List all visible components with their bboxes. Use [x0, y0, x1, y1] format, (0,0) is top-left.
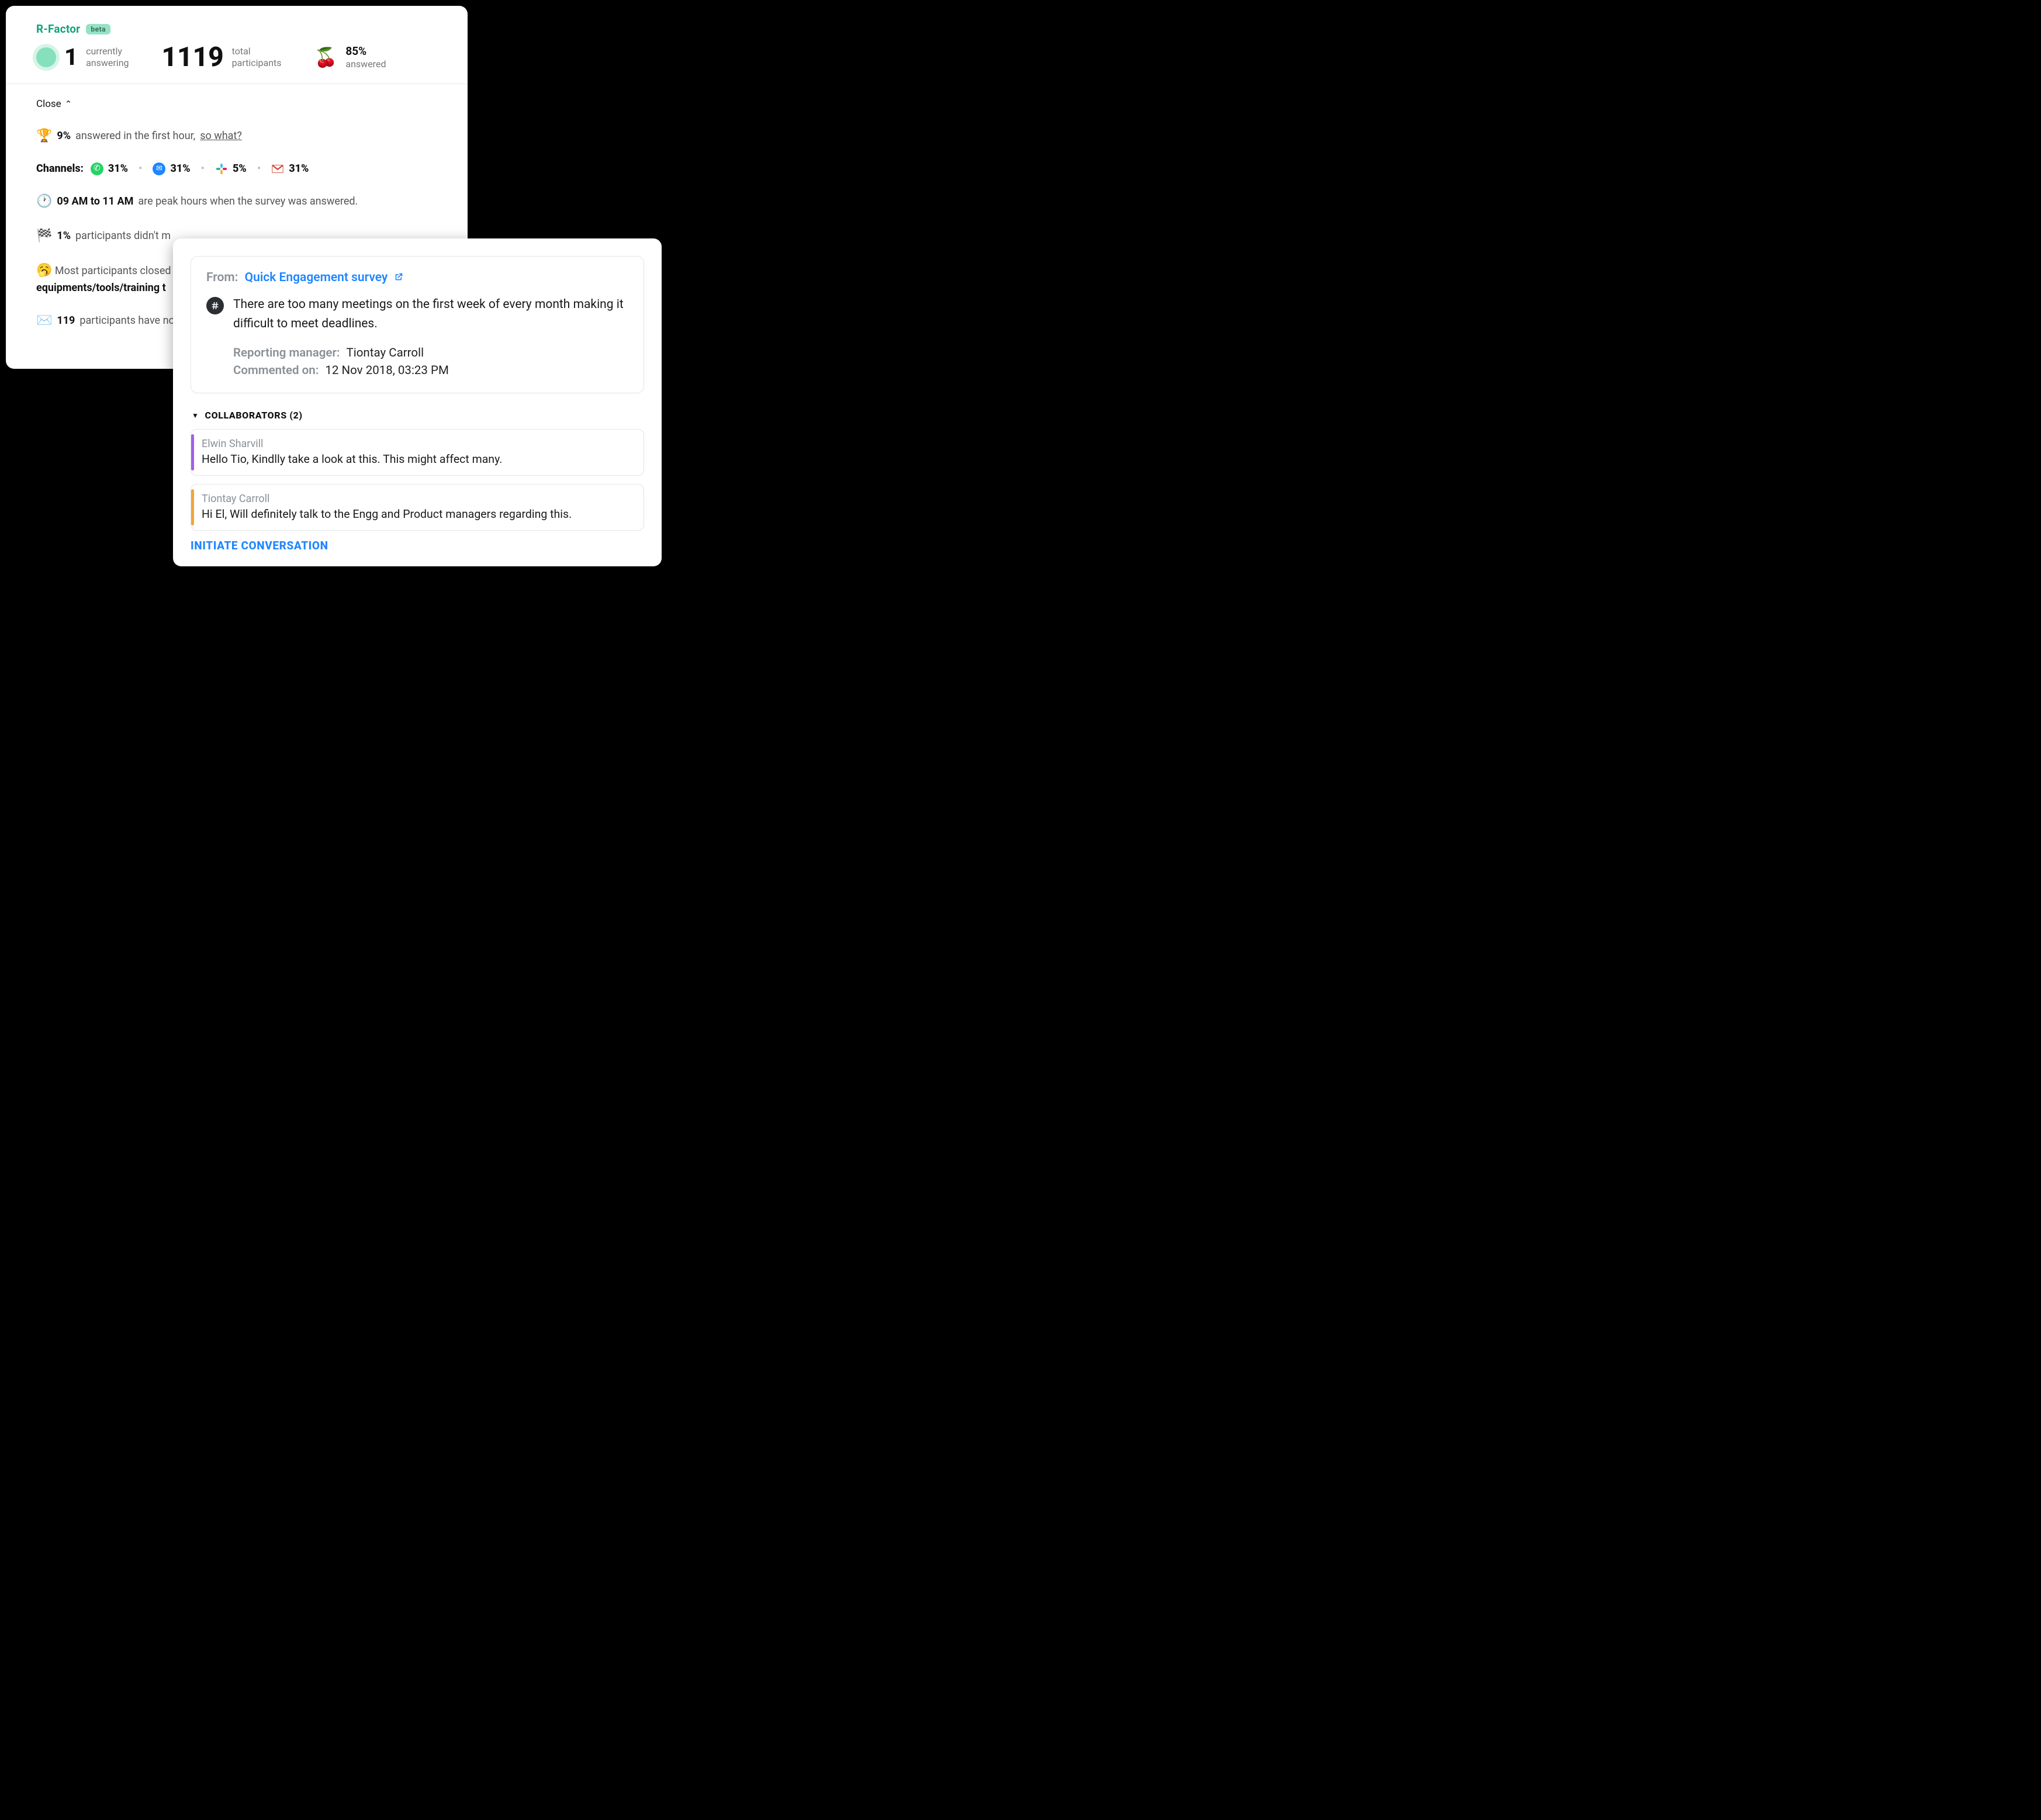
insight-first-hour: 🏆 9% answered in the first hour, so what… — [36, 126, 437, 146]
collab-note: Tiontay Carroll Hi El, Will definitely t… — [191, 484, 644, 531]
date-value: 12 Nov 2018, 03:23 PM — [325, 364, 448, 378]
stat-answered-pct: 85% — [345, 44, 386, 58]
meta-date: Commented on: 12 Nov 2018, 03:23 PM — [233, 364, 628, 378]
hash-icon — [206, 297, 224, 314]
channel-gmail: 31% — [271, 161, 309, 177]
survey-link[interactable]: Quick Engagement survey — [245, 271, 388, 285]
whatsapp-icon: ✆ — [91, 162, 103, 175]
initiate-conversation-button[interactable]: INITIATE CONVERSATION — [191, 539, 644, 552]
mail-icon: ✉️ — [36, 311, 52, 330]
comment-card: From: Quick Engagement survey There are … — [173, 238, 662, 566]
live-dot-icon — [36, 47, 56, 67]
collaborators-toggle[interactable]: ▼ COLLABORATORS (2) — [192, 410, 644, 421]
collaborators-label: COLLABORATORS (2) — [205, 410, 302, 421]
stat-total-count: 1119 — [162, 44, 224, 71]
insight-channels: Channels: ✆ 31% • ✉ 31% • 5% • — [36, 161, 437, 177]
trophy-icon: 🏆 — [36, 126, 52, 146]
stat-answered-label: answered — [345, 58, 386, 70]
date-label: Commented on: — [233, 364, 319, 378]
messenger-icon: ✉ — [153, 162, 165, 175]
note-body: Hi El, Will definitely talk to the Engg … — [202, 507, 633, 521]
stat-total: 1119 total participants — [162, 44, 282, 71]
caret-down-icon: ▼ — [192, 411, 199, 420]
stat-live: 1 currently answering — [36, 46, 129, 69]
close-toggle[interactable]: Close ⌃ — [36, 98, 437, 110]
incomplete-text: participants didn't m — [75, 228, 171, 244]
stat-live-l1: currently — [86, 46, 129, 57]
note-author: Elwin Sharvill — [202, 438, 633, 450]
note-author: Tiontay Carroll — [202, 493, 633, 505]
flag-icon: 🏁 — [36, 226, 52, 245]
close-label: Close — [36, 98, 61, 110]
no-response-text: participants have no — [79, 313, 174, 328]
meta-manager: Reporting manager: Tiontay Carroll — [233, 346, 628, 360]
slack-icon — [215, 162, 228, 175]
so-what-link[interactable]: so what? — [200, 128, 242, 144]
stat-live-l2: answering — [86, 57, 129, 69]
insights-header: R-Factor beta 1 currently answering 1119… — [6, 6, 468, 84]
channel-whatsapp: ✆ 31% — [91, 161, 128, 177]
first-hour-pct: 9% — [57, 128, 71, 144]
collab-note: Elwin Sharvill Hello Tio, Kindlly take a… — [191, 429, 644, 476]
card-title: R-Factor — [36, 22, 80, 36]
incomplete-pct: 1% — [57, 228, 71, 244]
first-hour-text: answered in the first hour, — [75, 128, 195, 144]
yawn-icon: 🥱 — [36, 263, 52, 278]
from-row: From: Quick Engagement survey — [206, 271, 628, 285]
channel-slack: 5% — [215, 161, 247, 177]
beta-badge: beta — [86, 24, 110, 34]
from-label: From: — [206, 271, 238, 285]
channel-messenger: ✉ 31% — [153, 161, 190, 177]
stat-answered: 🍒 85% answered — [314, 44, 386, 70]
clock-icon: 🕐 — [36, 192, 52, 211]
no-response-count: 119 — [57, 313, 75, 328]
cherry-icon: 🍒 — [314, 46, 338, 68]
manager-label: Reporting manager: — [233, 346, 340, 360]
closed-bold: equipments/tools/training t — [36, 282, 166, 294]
manager-value: Tiontay Carroll — [347, 346, 424, 360]
chevron-up-icon: ⌃ — [65, 99, 72, 109]
comment-text: There are too many meetings on the first… — [233, 295, 628, 333]
comment-box: From: Quick Engagement survey There are … — [191, 256, 644, 393]
stat-total-l1: total — [232, 46, 282, 57]
gmail-icon — [271, 162, 284, 175]
note-body: Hello Tio, Kindlly take a look at this. … — [202, 452, 633, 466]
stat-live-count: 1 — [64, 46, 78, 69]
stat-total-l2: participants — [232, 57, 282, 69]
peak-hours-text: are peak hours when the survey was answe… — [138, 193, 358, 209]
closed-text-1: Most participants closed — [55, 265, 171, 277]
insight-peak-hours: 🕐 09 AM to 11 AM are peak hours when the… — [36, 192, 437, 211]
external-link-icon[interactable] — [395, 272, 403, 283]
channels-label: Channels: — [36, 161, 84, 177]
peak-hours-range: 09 AM to 11 AM — [57, 193, 133, 209]
